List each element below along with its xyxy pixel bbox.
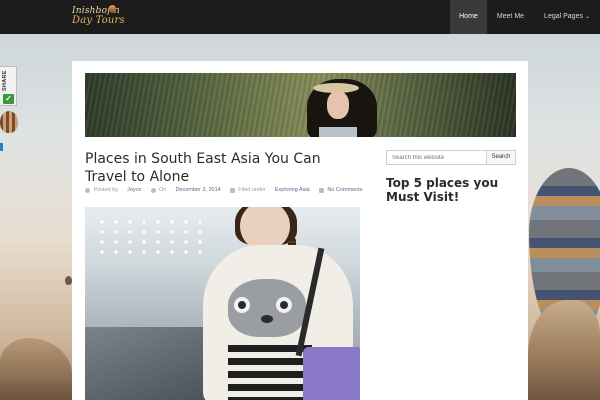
search-input[interactable] (386, 150, 487, 165)
comments-link[interactable]: No Comments (327, 187, 362, 193)
share-label: SHARE (2, 70, 8, 92)
side-balloon-icon (0, 111, 18, 133)
user-icon (85, 187, 90, 193)
folder-icon (229, 187, 235, 193)
nav-item-home[interactable]: Home (450, 0, 487, 34)
check-icon[interactable]: ✓ (3, 94, 14, 104)
site-logo[interactable]: Inishbofin Day Tours (72, 5, 132, 30)
hero-top (319, 127, 357, 137)
nav-item-meet-me[interactable]: Meet Me (487, 0, 534, 34)
post-featured-image[interactable] (85, 207, 360, 400)
background-small-balloon (65, 276, 72, 285)
background-rocks-left (0, 338, 72, 400)
post-meta: Posted by Joyce On December 3, 2014 File… (85, 187, 375, 197)
share-widget[interactable]: SHARE ✓ (0, 66, 17, 106)
nav-item-legal-pages[interactable]: Legal Pages ⌄ (534, 0, 600, 34)
logo-line-2: Day Tours (72, 15, 125, 26)
site-header: Inishbofin Day Tours Home Meet Me Legal … (0, 0, 600, 34)
purple-bag (303, 347, 360, 400)
author-link[interactable]: Joyce (127, 187, 141, 193)
filed-under-label: Filed under (238, 187, 266, 193)
side-tab-marker[interactable] (0, 143, 3, 151)
background-rocks-right (528, 300, 600, 400)
hero-grass (85, 73, 516, 137)
nav-item-legal-pages-label: Legal Pages (544, 13, 583, 20)
content-panel: Places in South East Asia You Can Travel… (72, 61, 528, 400)
hero-banner-image (85, 73, 516, 137)
sidebar-widget-title: Top 5 places you Must Visit! (386, 176, 499, 204)
chevron-down-icon: ⌄ (584, 14, 590, 20)
post-date[interactable]: December 3, 2014 (175, 187, 220, 193)
hero-face (327, 91, 349, 119)
posted-by-label: Posted by (93, 187, 118, 193)
category-link[interactable]: Exploring Asia (275, 187, 310, 193)
raccoon-eye-left (234, 297, 250, 313)
ceiling-lights (95, 217, 205, 257)
logo-balloon-icon (109, 5, 116, 13)
raccoon-eye-right (276, 297, 292, 313)
clock-icon (150, 187, 156, 193)
main-nav: Home Meet Me Legal Pages ⌄ (450, 0, 600, 34)
walkway-floor (85, 327, 215, 400)
date-on-label: On (159, 187, 167, 193)
raccoon-nose (261, 315, 273, 323)
post-title[interactable]: Places in South East Asia You Can Travel… (85, 150, 365, 186)
hero-hat (313, 83, 359, 93)
raccoon-print (228, 279, 306, 337)
comment-icon (318, 187, 324, 193)
search-button[interactable]: Search (486, 150, 516, 165)
